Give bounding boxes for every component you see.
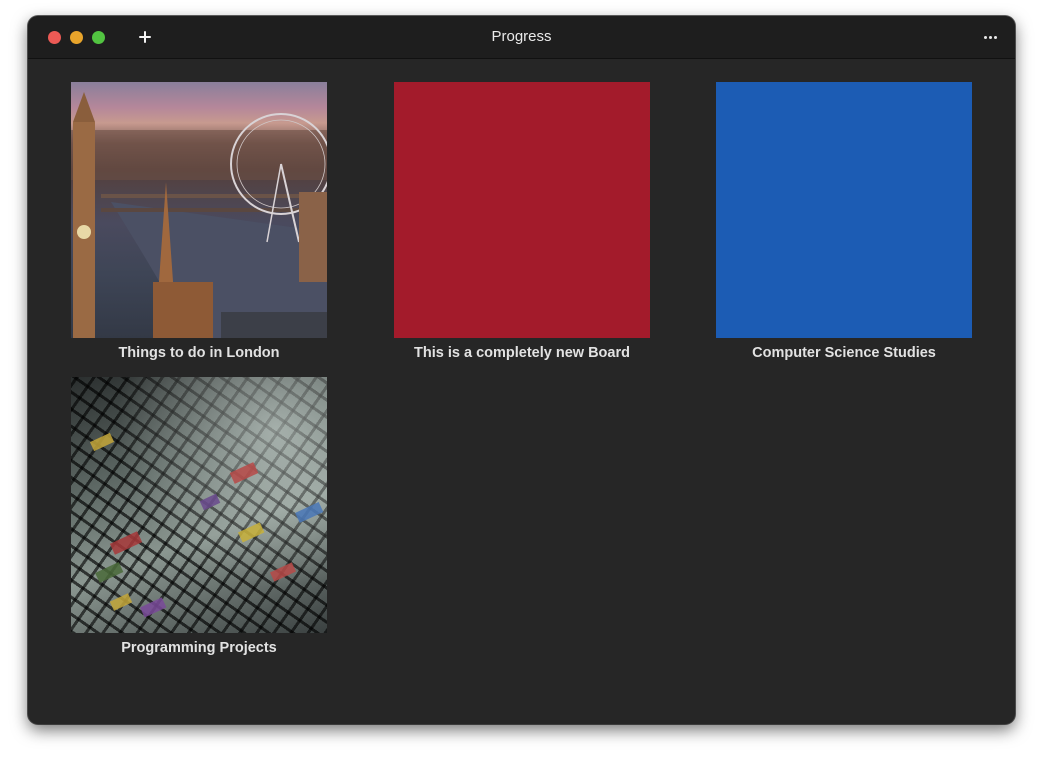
more-options-button[interactable] <box>983 30 999 44</box>
board-thumbnail-color <box>716 82 972 338</box>
board-thumbnail-keyboard-photo <box>71 377 327 633</box>
board-card[interactable]: Programming Projects <box>71 377 327 656</box>
board-title: This is a completely new Board <box>414 345 630 361</box>
board-title: Programming Projects <box>121 640 277 656</box>
board-card[interactable]: Computer Science Studies <box>716 82 972 361</box>
title-bar: Progress <box>28 16 1015 59</box>
board-thumbnail-color <box>394 82 650 338</box>
board-title: Things to do in London <box>118 345 280 361</box>
board-title: Computer Science Studies <box>752 345 936 361</box>
board-card[interactable]: This is a completely new Board <box>394 82 650 361</box>
app-window: Progress Things to do in London This is … <box>28 16 1015 724</box>
board-thumbnail-london-photo <box>71 82 327 338</box>
board-card[interactable]: Things to do in London <box>71 82 327 361</box>
window-title: Progress <box>491 28 552 45</box>
